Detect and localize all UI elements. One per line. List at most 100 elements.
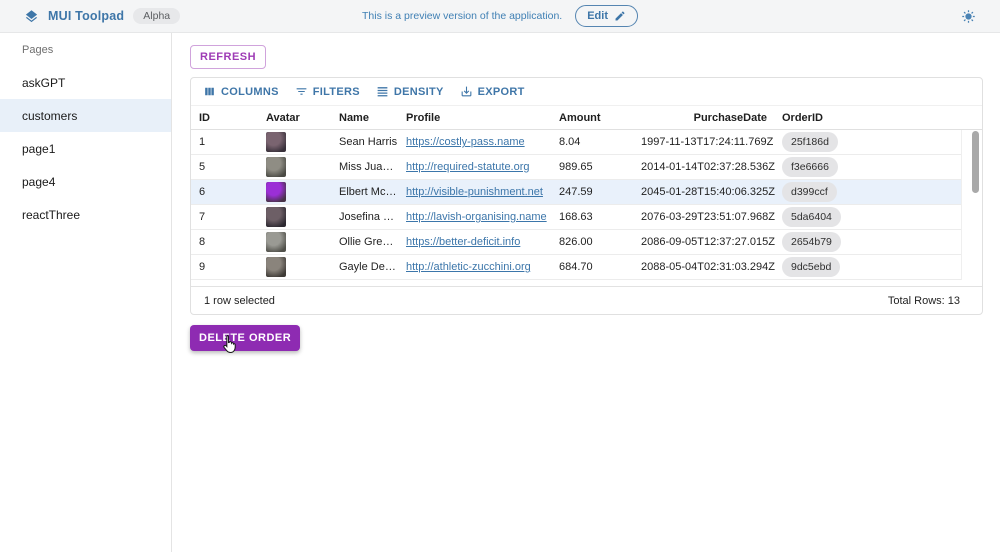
cell-orderid: 2654b79 <box>771 232 961 252</box>
cell-orderid: f3e6666 <box>771 157 961 177</box>
grid-header-row: ID Avatar Name Profile Amount PurchaseDa… <box>191 105 982 130</box>
filters-button[interactable]: FILTERS <box>287 82 368 101</box>
sidebar-item-page1[interactable]: page1 <box>0 132 171 165</box>
cell-amount: 168.63 <box>551 211 641 223</box>
cell-amount: 247.59 <box>551 186 641 198</box>
avatar <box>266 257 286 277</box>
profile-link[interactable]: http://lavish-organising.name <box>406 211 547 223</box>
grid-footer: 1 row selected Total Rows: 13 <box>191 286 982 314</box>
total-rows-label: Total Rows: 13 <box>888 295 960 307</box>
sun-icon <box>961 9 976 24</box>
delete-order-button[interactable]: DELETE ORDER <box>190 325 300 351</box>
avatar <box>266 207 286 227</box>
sidebar-item-customers[interactable]: customers <box>0 99 171 132</box>
column-header-orderid[interactable]: OrderID <box>771 112 982 124</box>
app-window: MUI Toolpad Alpha This is a preview vers… <box>0 0 1000 552</box>
preview-banner-text: This is a preview version of the applica… <box>362 10 562 22</box>
sidebar-item-reactThree[interactable]: reactThree <box>0 198 171 231</box>
brand: MUI Toolpad Alpha <box>0 8 180 25</box>
avatar <box>266 182 286 202</box>
density-button[interactable]: DENSITY <box>368 82 452 101</box>
profile-link[interactable]: https://better-deficit.info <box>406 236 520 248</box>
cell-name: Miss Juan ... <box>331 161 398 173</box>
cell-id: 9 <box>191 261 258 273</box>
order-id-chip: 5da6404 <box>782 207 841 227</box>
refresh-button[interactable]: REFRESH <box>190 45 266 69</box>
cell-avatar <box>258 257 331 277</box>
cell-amount: 826.00 <box>551 236 641 248</box>
cell-purchasedate: 2086-09-05T12:37:27.015Z <box>641 236 771 248</box>
order-id-chip: 9dc5ebd <box>782 257 840 277</box>
column-header-avatar[interactable]: Avatar <box>258 112 331 124</box>
table-row[interactable]: 5 Miss Juan ... http://required-statute.or… <box>191 155 961 180</box>
cell-purchasedate: 2014-01-14T02:37:28.536Z <box>641 161 771 173</box>
cell-avatar <box>258 132 331 152</box>
cell-profile: http://required-statute.org <box>398 161 551 173</box>
layers-logo-icon <box>24 9 39 24</box>
column-header-profile[interactable]: Profile <box>398 112 551 124</box>
export-button[interactable]: EXPORT <box>452 82 533 101</box>
sidebar-nav-list: askGPTcustomerspage1page4reactThree <box>0 66 171 231</box>
cell-avatar <box>258 232 331 252</box>
order-id-chip: 25f186d <box>782 132 838 152</box>
profile-link[interactable]: http://visible-punishment.net <box>406 186 543 198</box>
cell-name: Ollie Green... <box>331 236 398 248</box>
top-bar: MUI Toolpad Alpha This is a preview vers… <box>0 0 1000 33</box>
table-row[interactable]: 8 Ollie Green... https://better-deficit.in… <box>191 230 961 255</box>
cell-amount: 684.70 <box>551 261 641 273</box>
selection-status: 1 row selected <box>204 295 275 307</box>
cell-name: Sean Harris <box>331 136 398 148</box>
cell-profile: http://visible-punishment.net <box>398 186 551 198</box>
cell-orderid: d399ccf <box>771 182 961 202</box>
sidebar-item-askGPT[interactable]: askGPT <box>0 66 171 99</box>
column-header-purchasedate[interactable]: PurchaseDate <box>641 112 771 124</box>
table-row[interactable]: 6 Elbert McL... http://visible-punishment.… <box>191 180 961 205</box>
cell-id: 7 <box>191 211 258 223</box>
table-row[interactable]: 7Josefina P...http://lavish-organising.n… <box>191 205 961 230</box>
theme-toggle-button[interactable] <box>961 9 976 24</box>
cell-id: 8 <box>191 236 258 248</box>
cell-avatar <box>258 157 331 177</box>
cell-profile: https://costly-pass.name <box>398 136 551 148</box>
profile-link[interactable]: http://required-statute.org <box>406 161 530 173</box>
order-id-chip: 2654b79 <box>782 232 841 252</box>
avatar <box>266 157 286 177</box>
order-id-chip: d399ccf <box>782 182 837 202</box>
export-download-icon <box>460 85 473 98</box>
cell-avatar <box>258 182 331 202</box>
cell-purchasedate: 2076-03-29T23:51:07.968Z <box>641 211 771 223</box>
cell-id: 5 <box>191 161 258 173</box>
vertical-scrollbar[interactable] <box>972 131 979 193</box>
main-content: REFRESH COLUMNS FILTERS DENSITY <box>172 33 1000 552</box>
alpha-badge: Alpha <box>133 8 180 25</box>
order-id-chip: f3e6666 <box>782 157 838 177</box>
column-header-id[interactable]: ID <box>191 112 258 124</box>
profile-link[interactable]: https://costly-pass.name <box>406 136 525 148</box>
cell-id: 1 <box>191 136 258 148</box>
cell-purchasedate: 2045-01-28T15:40:06.325Z <box>641 186 771 198</box>
grid-toolbar: COLUMNS FILTERS DENSITY EXPORT <box>191 78 982 105</box>
sidebar-item-page4[interactable]: page4 <box>0 165 171 198</box>
cell-amount: 989.65 <box>551 161 641 173</box>
density-icon <box>376 85 389 98</box>
pencil-icon <box>614 10 626 22</box>
cell-amount: 8.04 <box>551 136 641 148</box>
table-row[interactable]: 1 Sean Harris https://costly-pass.name 8.04… <box>191 130 961 155</box>
columns-button[interactable]: COLUMNS <box>195 82 287 101</box>
column-header-amount[interactable]: Amount <box>551 112 641 124</box>
cell-orderid: 9dc5ebd <box>771 257 961 277</box>
cell-profile: http://lavish-organising.name <box>398 211 551 223</box>
cell-purchasedate: 2088-05-04T02:31:03.294Z <box>641 261 771 273</box>
cell-profile: http://athletic-zucchini.org <box>398 261 551 273</box>
edit-button[interactable]: Edit <box>575 5 638 27</box>
app-title: MUI Toolpad <box>48 9 124 23</box>
table-row[interactable]: 9Gayle Den...http://athletic-zucchini.or… <box>191 255 961 280</box>
column-header-name[interactable]: Name <box>331 112 398 124</box>
grid-rows-viewport: 1 Sean Harris https://costly-pass.name 8.04… <box>191 130 962 280</box>
profile-link[interactable]: http://athletic-zucchini.org <box>406 261 531 273</box>
avatar <box>266 232 286 252</box>
sidebar-section-label: Pages <box>0 33 171 66</box>
cell-orderid: 5da6404 <box>771 207 961 227</box>
cell-id: 6 <box>191 186 258 198</box>
cell-name: Elbert McL... <box>331 186 398 198</box>
